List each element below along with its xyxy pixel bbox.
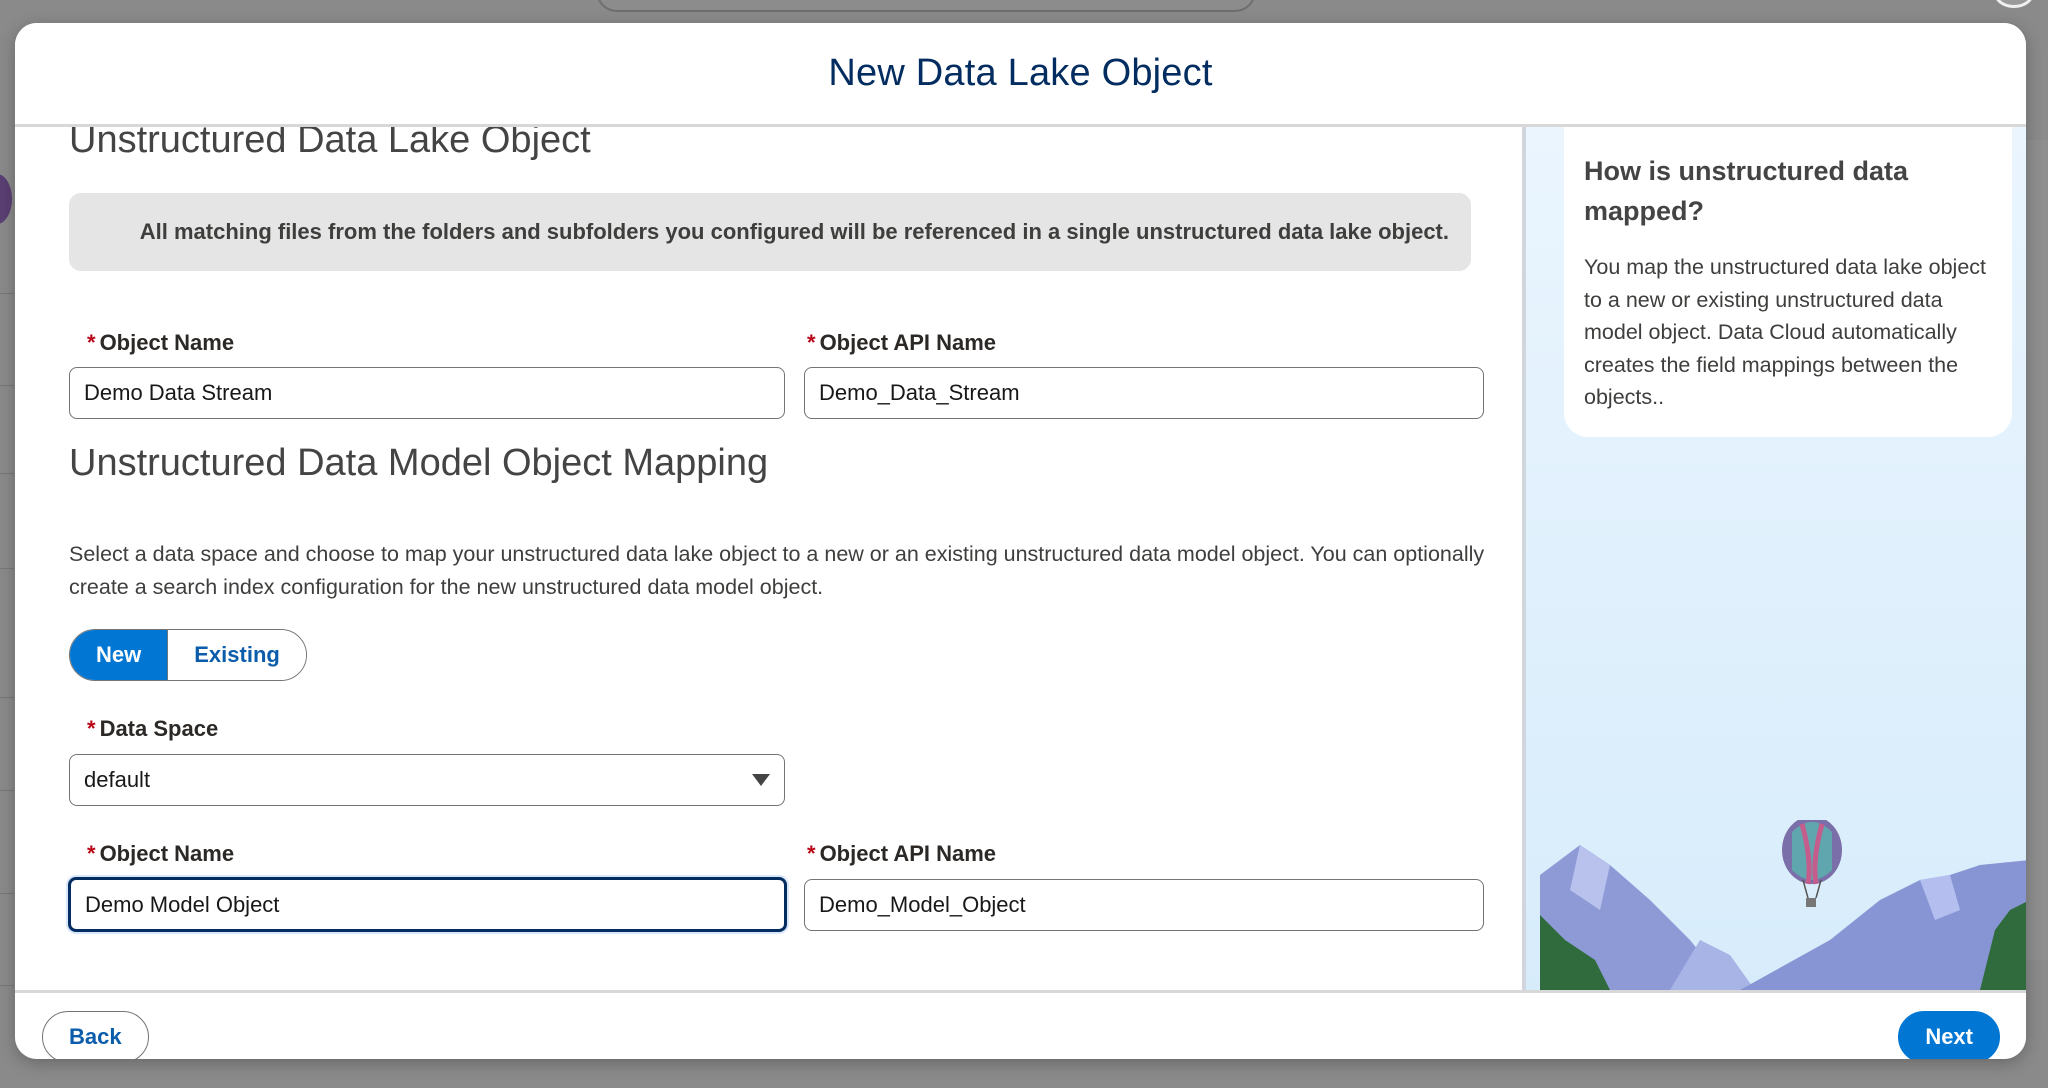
mountain-landscape-illustration — [1540, 820, 2026, 990]
required-marker: * — [807, 330, 816, 355]
toggle-new-button[interactable]: New — [70, 630, 168, 680]
next-button[interactable]: Next — [1898, 1011, 2000, 1059]
required-marker: * — [87, 330, 96, 355]
chevron-down-icon — [752, 774, 770, 786]
help-body: You map the unstructured data lake objec… — [1584, 255, 1987, 409]
dlo-api-name-label: * Object API Name — [807, 330, 997, 355]
hot-air-balloon-icon — [1782, 820, 1842, 907]
back-button[interactable]: Back — [42, 1011, 149, 1059]
info-box: All matching files from the folders and … — [69, 193, 1471, 271]
required-marker: * — [807, 841, 816, 866]
dmo-object-name-label: * Object Name — [87, 841, 235, 866]
section-title-dmo: Unstructured Data Model Object Mapping — [69, 442, 769, 484]
required-marker: * — [87, 841, 96, 866]
info-text: All matching files from the folders and … — [139, 219, 1449, 244]
required-marker: * — [87, 716, 96, 741]
data-space-value: default — [84, 767, 151, 792]
dmo-object-name-input[interactable] — [68, 877, 787, 932]
background-avatar — [1994, 0, 2034, 8]
dlo-object-name-input[interactable] — [69, 367, 785, 419]
dmo-api-name-input[interactable] — [804, 879, 1484, 931]
background-search-bar — [596, 0, 1256, 12]
modal-header: New Data Lake Object — [15, 23, 2026, 127]
dmo-description: Select a data space and choose to map yo… — [69, 542, 1485, 599]
modal-footer: Back Next — [15, 990, 2026, 1059]
help-card: How is unstructured data mapped? You map… — [1564, 117, 2012, 437]
dlo-object-name-label: * Object Name — [87, 330, 235, 355]
section-title-dlo: Unstructured Data Lake Object — [69, 127, 591, 161]
modal-title: New Data Lake Object — [828, 52, 1213, 94]
new-data-lake-object-modal: New Data Lake Object Unstructured Data L… — [15, 23, 2026, 1059]
dlo-api-name-input[interactable] — [804, 367, 1484, 419]
main-content: Unstructured Data Lake Object All matchi… — [15, 127, 1522, 990]
toggle-existing-button[interactable]: Existing — [167, 630, 306, 680]
modal-body[interactable]: Unstructured Data Lake Object All matchi… — [15, 117, 2026, 990]
data-space-label: * Data Space — [87, 716, 219, 741]
new-existing-toggle: New Existing — [69, 629, 307, 681]
background-app-icon — [0, 174, 12, 224]
help-title: How is unstructured data mapped? — [1584, 156, 1909, 226]
data-space-select[interactable]: default — [69, 754, 785, 806]
dmo-api-name-label: * Object API Name — [807, 841, 997, 866]
help-panel: How is unstructured data mapped? You map… — [1522, 117, 2026, 990]
